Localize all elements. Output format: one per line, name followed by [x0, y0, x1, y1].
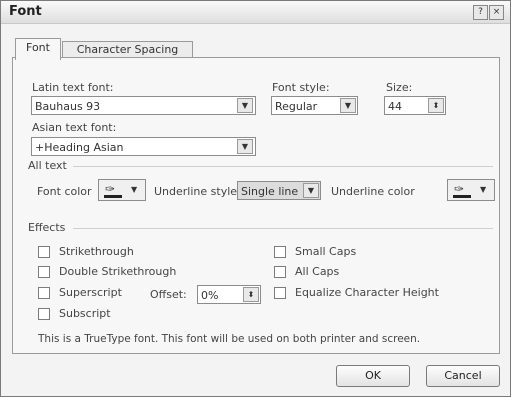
chevron-down-icon: ▼ [241, 101, 249, 110]
underline-color-button[interactable]: ✑ ▼ [447, 179, 495, 201]
all-text-section-label: All text [28, 159, 67, 172]
asian-font-value: +Heading Asian [35, 141, 124, 154]
asian-font-dropdown-button[interactable]: ▼ [237, 139, 253, 154]
superscript-label: Superscript [59, 286, 122, 299]
underline-style-value: Single line [241, 185, 299, 198]
spin-icon: ⬍ [247, 290, 255, 299]
font-style-dropdown-button[interactable]: ▼ [340, 98, 356, 113]
latin-font-label: Latin text font: [32, 81, 114, 94]
chevron-down-icon: ▼ [307, 186, 315, 195]
asian-font-input[interactable]: +Heading Asian [31, 137, 256, 156]
font-style-label: Font style: [272, 81, 330, 94]
paint-bucket-icon: ✑ [454, 182, 465, 196]
all-text-divider [73, 166, 493, 167]
title-bar: Font ? × [1, 1, 510, 24]
paint-bucket-icon: ✑ [105, 182, 116, 196]
font-color-button[interactable]: ✑ ▼ [98, 179, 146, 201]
tab-character-spacing-label: Character Spacing [76, 43, 179, 56]
asian-font-label: Asian text font: [32, 121, 117, 134]
size-value: 44 [388, 100, 402, 113]
subscript-label: Subscript [59, 307, 111, 320]
dialog-title: Font [9, 4, 42, 19]
underline-style-label: Underline style [154, 185, 238, 198]
double-strikethrough-label: Double Strikethrough [59, 265, 177, 278]
latin-font-input[interactable]: Bauhaus 93 [31, 96, 256, 115]
strikethrough-label: Strikethrough [59, 245, 134, 258]
chevron-down-icon: ▼ [131, 185, 138, 194]
close-button[interactable]: × [489, 5, 504, 20]
chevron-down-icon: ▼ [480, 185, 487, 194]
font-info-text: This is a TrueType font. This font will … [38, 333, 421, 345]
font-dialog: Font ? × Font Character Spacing Latin te… [0, 0, 511, 397]
size-spinner-button[interactable]: ⬍ [428, 98, 444, 113]
subscript-checkbox[interactable] [38, 308, 50, 320]
all-caps-checkbox[interactable] [274, 266, 286, 278]
all-caps-label: All Caps [295, 265, 340, 278]
ok-button[interactable]: OK [336, 365, 410, 387]
double-strikethrough-checkbox[interactable] [38, 266, 50, 278]
font-color-label: Font color [37, 185, 92, 198]
chevron-down-icon: ▼ [241, 142, 249, 151]
latin-font-value: Bauhaus 93 [35, 100, 101, 113]
effects-section-label: Effects [28, 221, 66, 234]
help-button[interactable]: ? [473, 5, 488, 20]
equalize-height-label: Equalize Character Height [295, 286, 439, 299]
offset-spinner-button[interactable]: ⬍ [243, 287, 259, 302]
font-style-value: Regular [275, 100, 318, 113]
chevron-down-icon: ▼ [344, 101, 352, 110]
offset-label: Offset: [150, 288, 187, 301]
offset-value: 0% [201, 289, 219, 302]
underline-style-dropdown-button[interactable]: ▼ [303, 183, 319, 198]
superscript-checkbox[interactable] [38, 287, 50, 299]
latin-font-dropdown-button[interactable]: ▼ [237, 98, 253, 113]
size-label: Size: [386, 81, 413, 94]
color-swatch [453, 195, 471, 198]
cancel-button[interactable]: Cancel [426, 365, 500, 387]
tab-font[interactable]: Font [15, 38, 61, 60]
tab-font-label: Font [26, 41, 50, 54]
spin-icon: ⬍ [432, 101, 440, 110]
underline-color-label: Underline color [331, 185, 415, 198]
small-caps-checkbox[interactable] [274, 246, 286, 258]
small-caps-label: Small Caps [295, 245, 357, 258]
equalize-height-checkbox[interactable] [274, 287, 286, 299]
color-swatch [104, 195, 122, 198]
effects-divider [73, 228, 493, 229]
strikethrough-checkbox[interactable] [38, 246, 50, 258]
